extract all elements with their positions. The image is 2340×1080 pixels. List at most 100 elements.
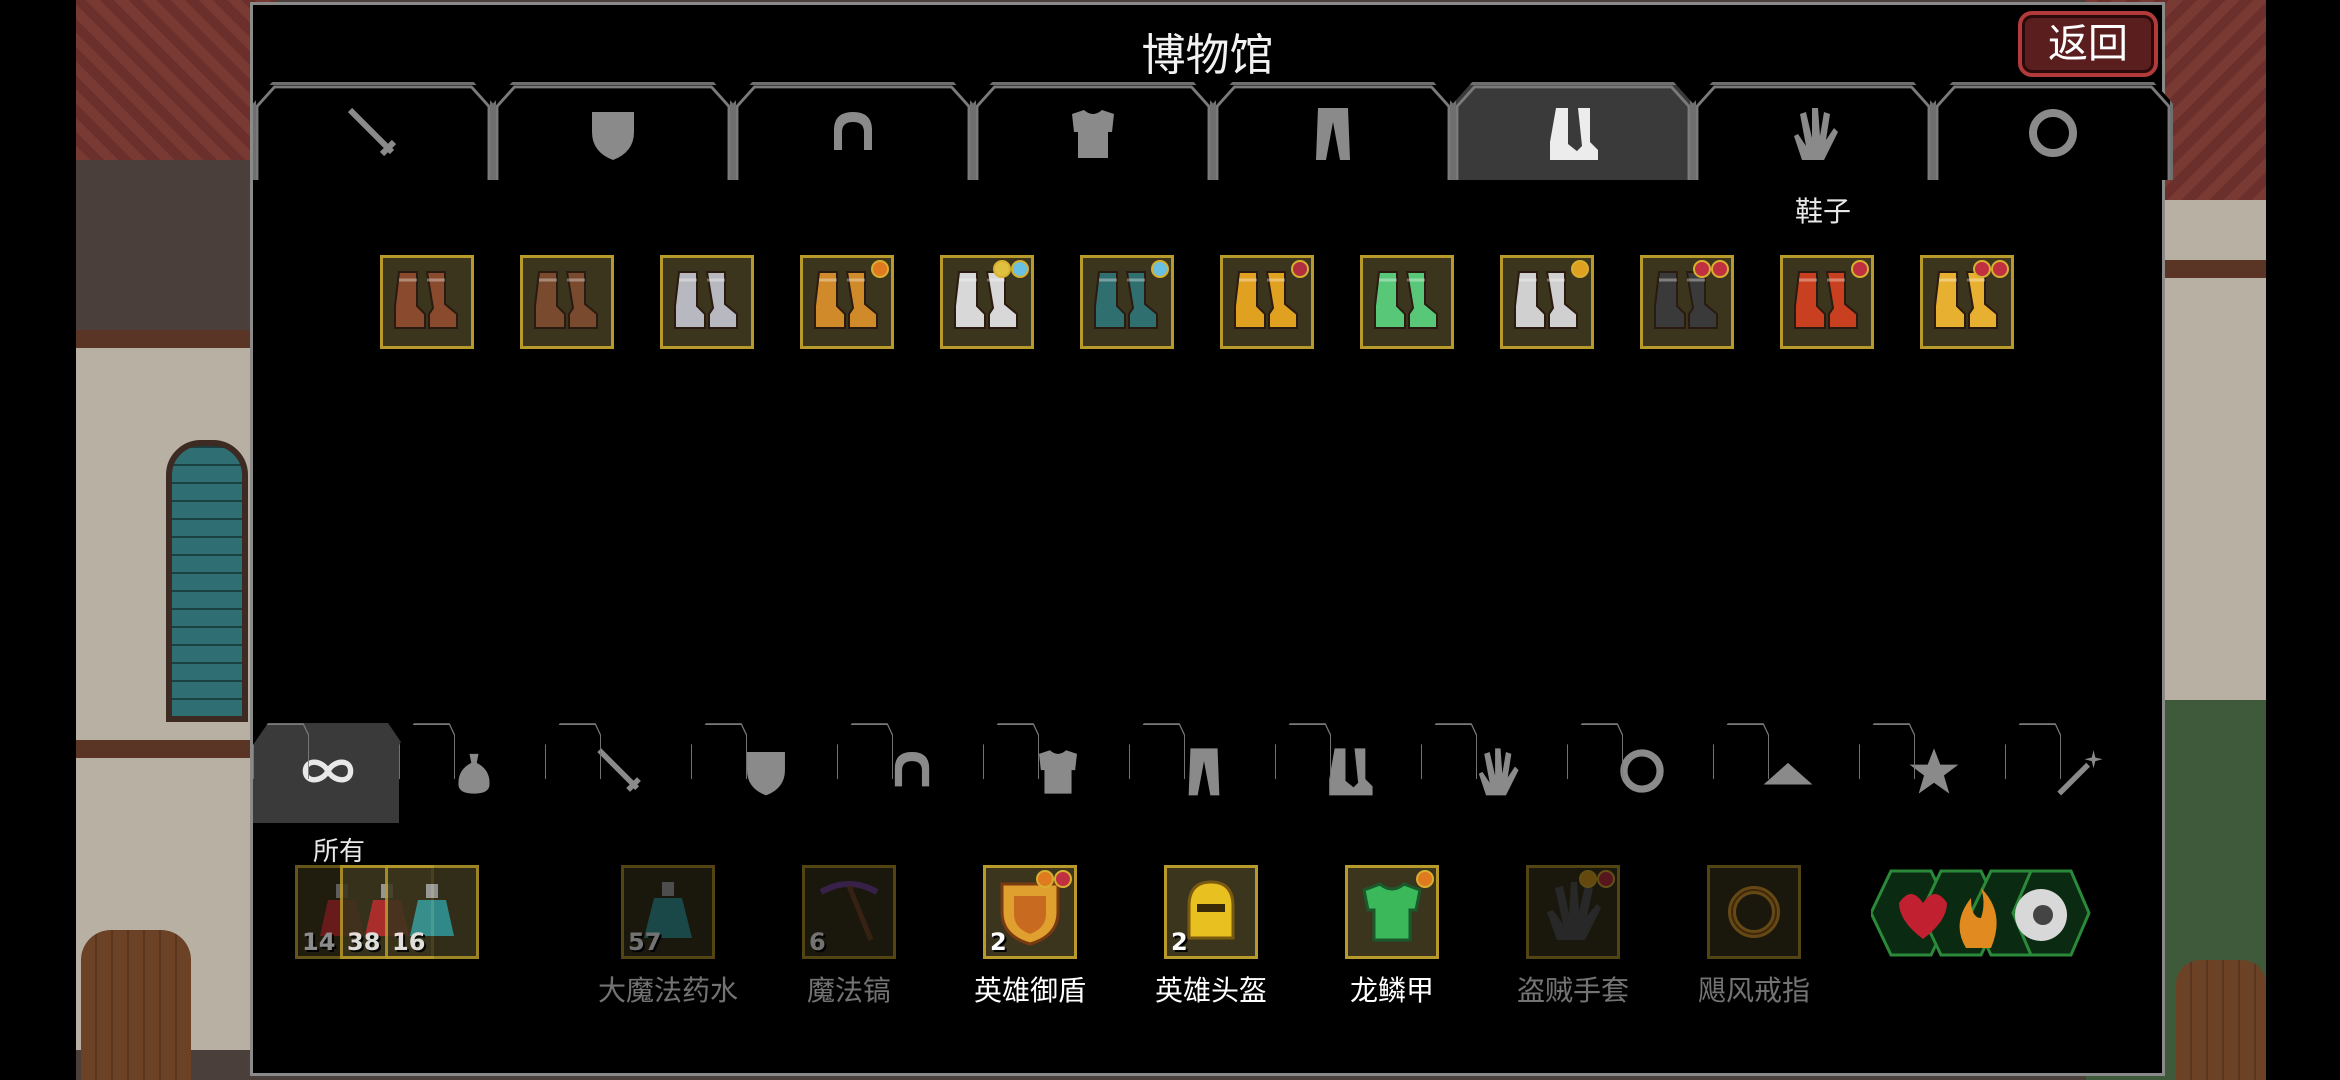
wand-icon <box>2052 743 2108 803</box>
active-tab-label: 鞋子 <box>1794 195 1851 228</box>
filter-tab-pants[interactable] <box>1129 723 1279 823</box>
item-name: 龙鳞甲 <box>1349 974 1434 1007</box>
armor-icon <box>1030 743 1086 803</box>
shield-icon <box>738 743 794 803</box>
gem-icon <box>993 260 1011 278</box>
filter-tab-wand[interactable] <box>2005 723 2155 823</box>
museum-item[interactable]: 2 英雄头盔 <box>1121 865 1301 1009</box>
pants-icon <box>1176 743 1232 803</box>
filter-tab-helmet[interactable] <box>837 723 987 823</box>
barrel <box>2176 960 2266 1080</box>
museum-item[interactable]: 2 英雄御盾 <box>940 865 1120 1009</box>
filter-tab-shield[interactable] <box>691 723 841 823</box>
boots-icon <box>1322 743 1378 803</box>
boots-slot[interactable] <box>1640 255 1734 349</box>
active-filter-label: 所有 <box>313 837 366 867</box>
potion-slot[interactable]: 16 <box>385 865 479 959</box>
item-slot[interactable] <box>1526 865 1620 959</box>
gem-icon <box>1571 260 1589 278</box>
infinity-icon <box>300 743 356 803</box>
filter-tab-infinity[interactable] <box>253 723 403 823</box>
boots-slot[interactable] <box>1780 255 1874 349</box>
gem-icon <box>1579 870 1597 888</box>
filter-tab-star[interactable] <box>1859 723 2009 823</box>
gem-icon <box>1151 260 1169 278</box>
top-tab-armor[interactable] <box>973 82 1213 180</box>
gem-icon <box>1291 260 1309 278</box>
boots-slot[interactable] <box>660 255 754 349</box>
gem-icon <box>1054 870 1072 888</box>
filter-tab-armor[interactable] <box>983 723 1133 823</box>
item-slot[interactable] <box>1345 865 1439 959</box>
wood-beam <box>76 330 251 348</box>
item-slot[interactable]: 2 <box>1164 865 1258 959</box>
museum-item[interactable]: 57 大魔法药水 <box>578 865 758 1009</box>
top-tab-glove[interactable] <box>1693 82 1933 180</box>
boots-slot[interactable] <box>1360 255 1454 349</box>
filter-tab-sword[interactable] <box>545 723 695 823</box>
top-tab-bar <box>253 82 2173 180</box>
item-count: 57 <box>628 928 662 956</box>
museum-item[interactable]: 盗贼手套 <box>1483 865 1663 1009</box>
boots-slot[interactable] <box>1220 255 1314 349</box>
pants-icon <box>1302 102 1364 164</box>
item-name: 英雄御盾 <box>973 974 1086 1007</box>
glove-icon <box>1782 102 1844 164</box>
misc-hex-group[interactable] <box>1869 863 2091 963</box>
item-name: 飓风戒指 <box>1697 974 1810 1007</box>
gem-icon <box>1851 260 1869 278</box>
filter-tab-ring[interactable] <box>1567 723 1717 823</box>
item-slot[interactable]: 6 <box>802 865 896 959</box>
top-tab-boots[interactable] <box>1453 82 1693 180</box>
helmet-icon <box>884 743 940 803</box>
item-count: 2 <box>990 928 1007 956</box>
item-count: 14 <box>302 928 336 956</box>
top-tab-sword[interactable] <box>253 82 493 180</box>
item-slot[interactable] <box>1707 865 1801 959</box>
filter-tab-glove[interactable] <box>1421 723 1571 823</box>
gem-icon <box>1991 260 2009 278</box>
filter-tab-hat[interactable] <box>1713 723 1863 823</box>
museum-item[interactable]: 龙鳞甲 <box>1302 865 1482 1009</box>
bag-icon <box>446 743 502 803</box>
item-slot[interactable]: 57 <box>621 865 715 959</box>
gem-icon <box>1711 260 1729 278</box>
boots-slot[interactable] <box>1500 255 1594 349</box>
museum-item[interactable]: 飓风戒指 <box>1664 865 1844 1009</box>
bottom-tab-bar <box>253 723 2162 823</box>
boots-slot[interactable] <box>520 255 614 349</box>
gem-icon <box>1693 260 1711 278</box>
sword-icon <box>592 743 648 803</box>
top-tab-helmet[interactable] <box>733 82 973 180</box>
boots-slot[interactable] <box>1080 255 1174 349</box>
gem-icon <box>1036 870 1054 888</box>
gem-icon <box>871 260 889 278</box>
helmet-icon <box>822 102 884 164</box>
top-tab-pants[interactable] <box>1213 82 1453 180</box>
item-count: 38 <box>347 928 381 956</box>
museum-item[interactable]: 6 魔法镐 <box>759 865 939 1009</box>
star-icon <box>1906 743 1962 803</box>
item-count: 6 <box>809 928 826 956</box>
back-button[interactable]: 返回 <box>2018 11 2158 77</box>
shield-icon <box>582 102 644 164</box>
item-name: 大魔法药水 <box>597 974 738 1007</box>
wood-beam <box>76 740 251 758</box>
boots-slot[interactable] <box>1920 255 2014 349</box>
boots-slot[interactable] <box>380 255 474 349</box>
armor-icon <box>1062 102 1124 164</box>
top-tab-ring[interactable] <box>1933 82 2173 180</box>
gem-icon <box>1011 260 1029 278</box>
filter-tab-bag[interactable] <box>399 723 549 823</box>
filter-tab-boots[interactable] <box>1275 723 1425 823</box>
page-title: 博物馆 <box>1141 30 1274 81</box>
item-slot[interactable]: 2 <box>983 865 1077 959</box>
ring-icon <box>2022 102 2084 164</box>
window-left <box>166 440 248 722</box>
boots-slot[interactable] <box>940 255 1034 349</box>
barrel <box>81 930 191 1080</box>
top-tab-shield[interactable] <box>493 82 733 180</box>
gem-icon <box>1416 870 1434 888</box>
boots-slot[interactable] <box>800 255 894 349</box>
ring-icon <box>1614 743 1670 803</box>
